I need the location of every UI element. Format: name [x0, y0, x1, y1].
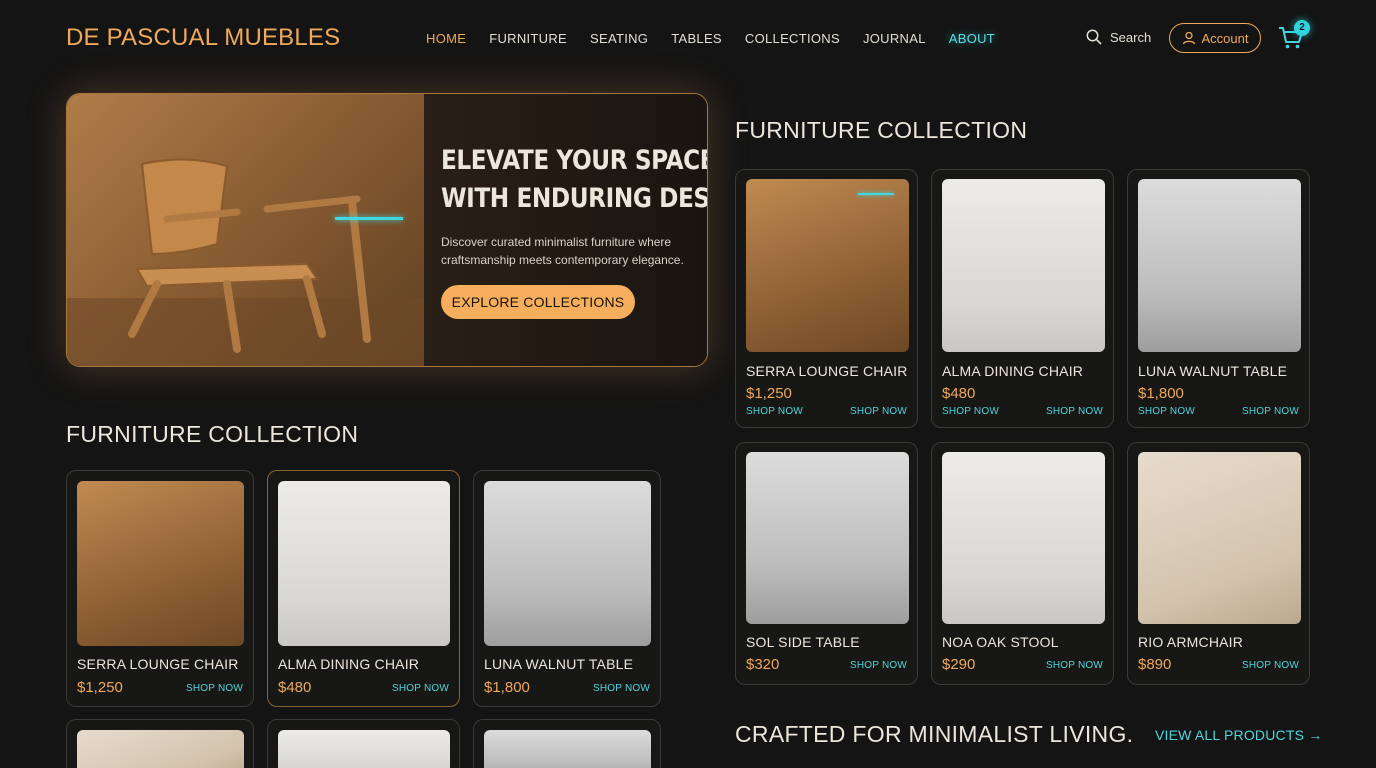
brand-logo[interactable]: DE PASCUAL MUEBLES [66, 24, 340, 52]
shop-now-link[interactable]: SHOP NOW [593, 683, 650, 694]
product-price: $1,250 [746, 385, 792, 402]
product-image [278, 481, 450, 646]
product-image [484, 730, 651, 768]
product-price: $480 [942, 385, 976, 402]
search-label: Search [1110, 29, 1152, 45]
nav-item-journal[interactable]: JOURNAL [863, 31, 926, 46]
user-icon [1182, 31, 1195, 45]
cart-count-badge: 2 [1294, 20, 1310, 36]
product-image [77, 481, 244, 646]
search-button[interactable]: Search [1086, 29, 1151, 45]
product-image [484, 481, 651, 646]
product-image [1138, 179, 1301, 352]
product-name: SOL SIDE TABLE [746, 634, 860, 650]
product-card[interactable] [66, 719, 254, 768]
tagline-heading: CRAFTED FOR MINIMALIST LIVING. [735, 721, 1134, 747]
product-image [942, 179, 1105, 352]
nav-item-seating[interactable]: SEATING [590, 31, 648, 46]
product-image [77, 730, 244, 768]
product-card[interactable]: SERRA LOUNGE CHAIR $1,250 SHOP NOW SHOP … [735, 169, 918, 428]
shop-now-link[interactable]: SHOP NOW [850, 660, 907, 671]
hero-banner: ELEVATE YOUR SPACE WITH ENDURING DESIGN.… [66, 93, 708, 367]
lounge-chair-illustration [67, 158, 424, 366]
shop-now-link[interactable]: SHOP NOW [1242, 660, 1299, 671]
product-image [278, 730, 450, 768]
product-card[interactable]: NOA OAK STOOL $290 SHOP NOW [931, 442, 1114, 685]
product-price: $890 [1138, 656, 1172, 673]
product-price: $480 [278, 679, 312, 696]
nav-item-collections[interactable]: COLLECTIONS [745, 31, 840, 46]
product-card[interactable]: SERRA LOUNGE CHAIR $1,250 SHOP NOW [66, 470, 254, 707]
shop-now-link[interactable]: SHOP NOW [850, 406, 907, 417]
shop-now-link[interactable]: SHOP NOW [942, 406, 999, 417]
nav-item-tables[interactable]: TABLES [671, 31, 722, 46]
search-icon [1086, 29, 1102, 45]
product-name: ALMA DINING CHAIR [278, 656, 420, 672]
account-button[interactable]: Account [1169, 23, 1261, 53]
explore-collections-button[interactable]: EXPLORE COLLECTIONS [441, 285, 635, 319]
nav-item-about[interactable]: ABOUT [949, 31, 995, 46]
product-name: LUNA WALNUT TABLE [484, 656, 634, 672]
product-image [1138, 452, 1301, 624]
shop-now-link[interactable]: SHOP NOW [186, 683, 243, 694]
product-name: SERRA LOUNGE CHAIR [77, 656, 239, 672]
hero-text-panel [424, 94, 707, 366]
shop-now-link[interactable]: SHOP NOW [1138, 406, 1195, 417]
hero-subtitle: Discover curated minimalist furniture wh… [441, 235, 684, 267]
left-section-title: FURNITURE COLLECTION [66, 421, 359, 447]
product-card[interactable]: ALMA DINING CHAIR $480 SHOP NOW SHOP NOW [931, 169, 1114, 428]
product-image [942, 452, 1105, 624]
hero-title-line-1: ELEVATE YOUR SPACE [441, 145, 708, 176]
product-card[interactable] [267, 719, 460, 768]
product-price: $1,800 [484, 679, 530, 696]
product-price: $1,800 [1138, 385, 1184, 402]
product-card[interactable]: ALMA DINING CHAIR $480 SHOP NOW [267, 470, 460, 707]
shop-now-link[interactable]: SHOP NOW [1242, 406, 1299, 417]
product-image [746, 179, 909, 352]
shop-now-link[interactable]: SHOP NOW [1046, 406, 1103, 417]
right-section-title: FURNITURE COLLECTION [735, 117, 1028, 143]
nav-item-home[interactable]: HOME [426, 31, 466, 46]
product-name: RIO ARMCHAIR [1138, 634, 1244, 650]
product-name: NOA OAK STOOL [942, 634, 1059, 650]
product-card[interactable] [473, 719, 661, 768]
page: DE PASCUAL MUEBLES HOME FURNITURE SEATIN… [0, 0, 1376, 768]
view-all-products-link[interactable]: VIEW ALL PRODUCTS → [1155, 727, 1322, 743]
product-name: SERRA LOUNGE CHAIR [746, 363, 908, 379]
product-card[interactable]: LUNA WALNUT TABLE $1,800 SHOP NOW SHOP N… [1127, 169, 1310, 428]
hero-title-line-2: WITH ENDURING DESIGN. [441, 183, 707, 214]
hero-accent-line [335, 217, 403, 220]
product-price: $290 [942, 656, 976, 673]
nav-item-furniture[interactable]: FURNITURE [489, 31, 567, 46]
shop-now-link[interactable]: SHOP NOW [746, 406, 803, 417]
product-card[interactable]: LUNA WALNUT TABLE $1,800 SHOP NOW [473, 470, 661, 707]
accent-line [858, 193, 894, 195]
product-card[interactable]: RIO ARMCHAIR $890 SHOP NOW [1127, 442, 1310, 685]
product-name: ALMA DINING CHAIR [942, 363, 1084, 379]
product-name: LUNA WALNUT TABLE [1138, 363, 1288, 379]
product-card[interactable]: SOL SIDE TABLE $320 SHOP NOW [735, 442, 918, 685]
shop-now-link[interactable]: SHOP NOW [1046, 660, 1103, 671]
shop-now-link[interactable]: SHOP NOW [392, 683, 449, 694]
product-price: $320 [746, 656, 780, 673]
hero-image [67, 94, 424, 366]
main-nav: HOME FURNITURE SEATING TABLES COLLECTION… [426, 31, 995, 46]
product-image [746, 452, 909, 624]
account-label: Account [1201, 30, 1249, 46]
product-price: $1,250 [77, 679, 123, 696]
